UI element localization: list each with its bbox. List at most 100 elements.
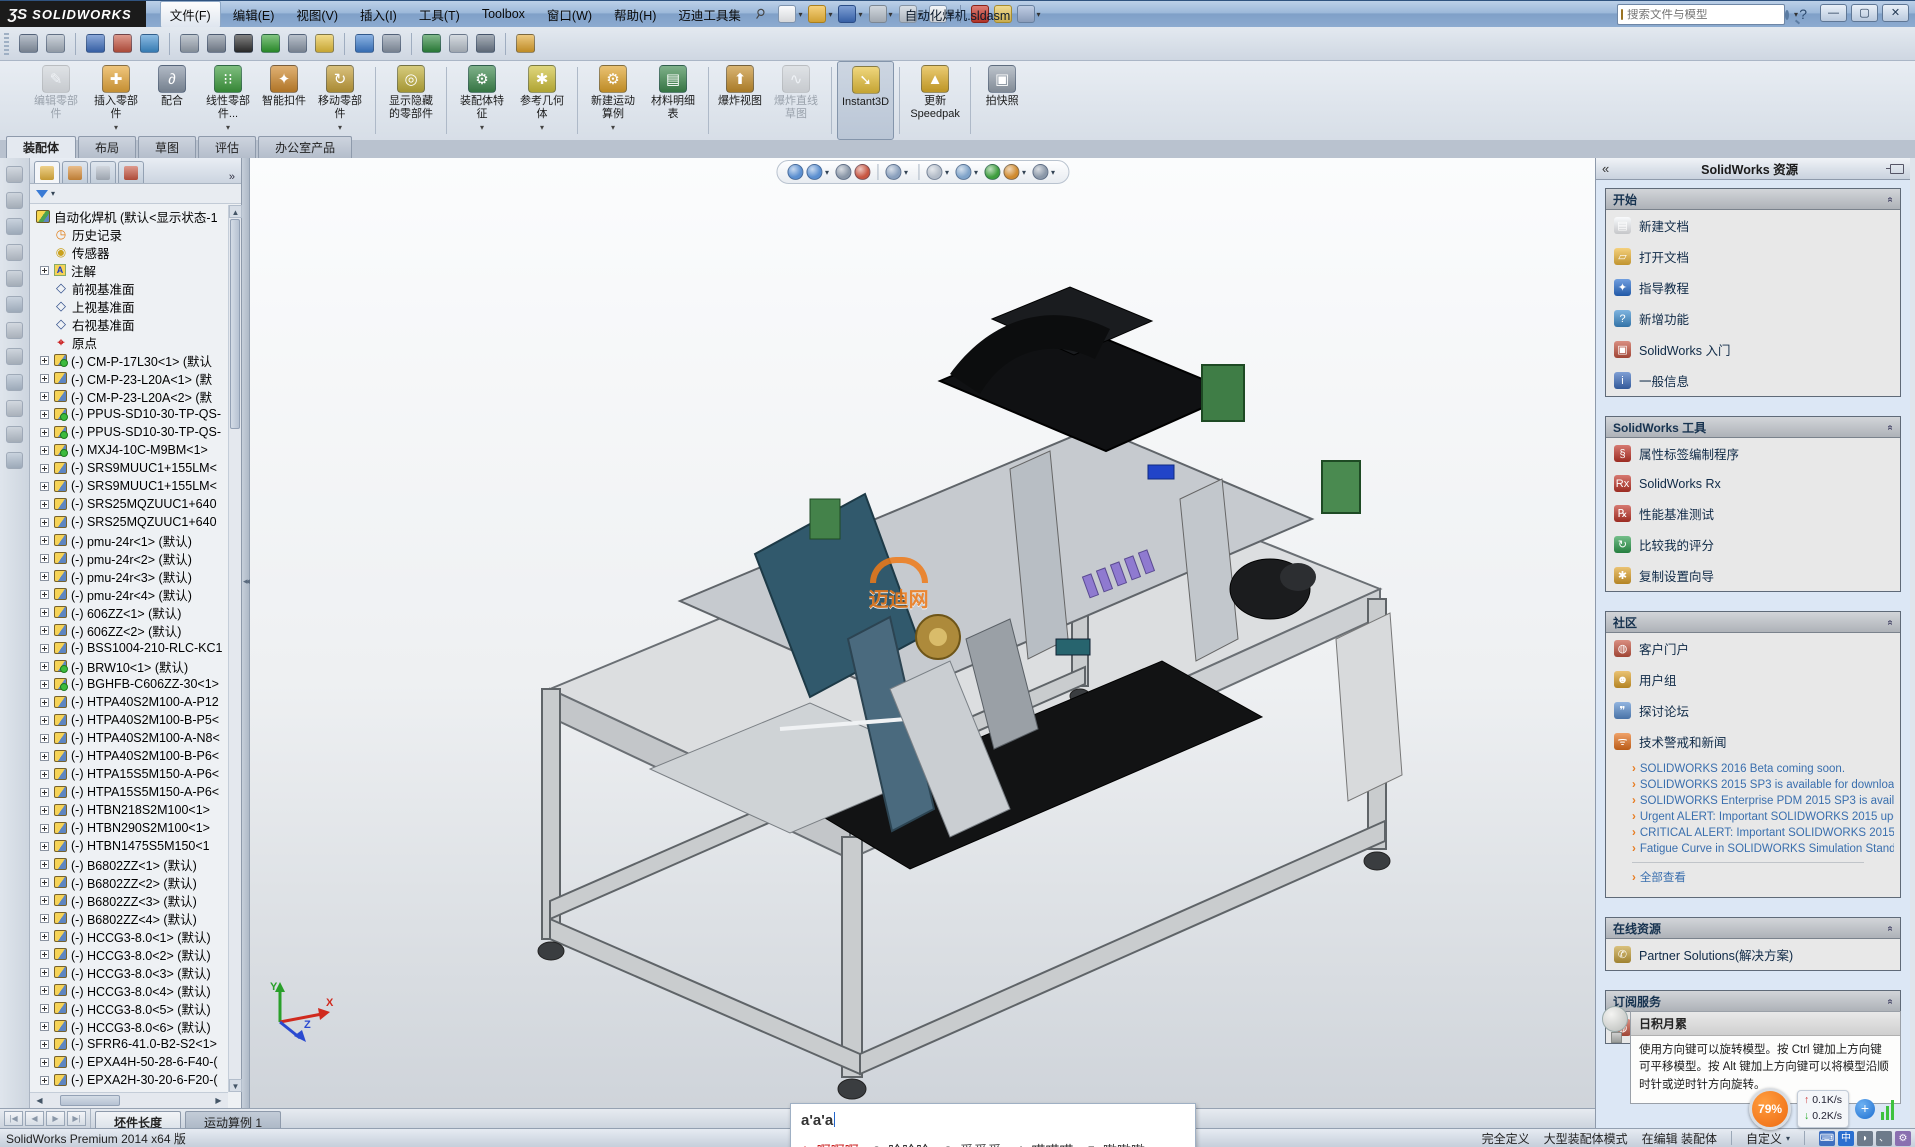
more-tabs-icon[interactable]: » bbox=[225, 171, 239, 183]
tech-alerts-news-link[interactable]: ᯤ技术警戒和新闻 bbox=[1606, 726, 1900, 757]
property-manager-tab[interactable] bbox=[62, 161, 88, 183]
web-globe-icon[interactable] bbox=[140, 34, 159, 53]
scroll-left-icon[interactable]: ◀ bbox=[32, 1093, 47, 1108]
ime-punct-icon[interactable]: 、 bbox=[1876, 1131, 1892, 1146]
ribbon-assembly-features-button[interactable]: ⚙装配体特征▾ bbox=[452, 61, 512, 140]
tree-item[interactable]: (-) B6802ZZ<1> (默认) bbox=[30, 855, 228, 873]
display-manager-tab[interactable] bbox=[118, 161, 144, 183]
collapse-section-icon[interactable]: « bbox=[1885, 925, 1896, 931]
menu-4[interactable]: 插入(I) bbox=[350, 1, 407, 28]
news-link[interactable]: ›CRITICAL ALERT: Important SOLIDWORKS 20… bbox=[1632, 827, 1894, 839]
expand-icon[interactable] bbox=[40, 896, 49, 905]
graphics-viewport[interactable]: ▾▾▾▾▾▾ 迈迪网 Y X Z bbox=[250, 158, 1595, 1108]
search-dropdown-icon[interactable]: ▾ bbox=[1794, 10, 1798, 19]
left-toolbar-icon-3[interactable] bbox=[6, 218, 23, 235]
ime-candidate-2[interactable]: 2. 哈哈哈 bbox=[873, 1141, 931, 1147]
left-toolbar-icon-11[interactable] bbox=[6, 426, 23, 443]
expand-icon[interactable] bbox=[40, 500, 49, 509]
tree-item[interactable]: (-) B6802ZZ<3> (默认) bbox=[30, 891, 228, 909]
ime-chinese-icon[interactable]: 中 bbox=[1838, 1131, 1854, 1146]
ribbon-update-speedpak-button[interactable]: ▲更新 Speedpak bbox=[905, 61, 965, 140]
ribbon-smart-fasteners-button[interactable]: ✦智能扣件 bbox=[258, 61, 310, 140]
print-icon-drop[interactable]: ▾ bbox=[889, 10, 893, 19]
open-document-link[interactable]: ▱打开文档 bbox=[1606, 241, 1900, 272]
tree-item[interactable]: (-) SFRR6-41.0-B2-S2<1> bbox=[30, 1035, 228, 1053]
screen-capture-icon[interactable] bbox=[86, 34, 105, 53]
ribbon-linear-pattern-button[interactable]: ⁝⁝线性零部件...▾ bbox=[198, 61, 258, 140]
open-icon-drop[interactable]: ▾ bbox=[828, 10, 832, 19]
motion-tab-运动算例 1[interactable]: 运动算例 1 bbox=[185, 1111, 281, 1128]
tree-item[interactable]: (-) pmu-24r<3> (默认) bbox=[30, 567, 228, 585]
tree-item[interactable]: ◇前视基准面 bbox=[30, 279, 228, 297]
edit-appearance-icon[interactable] bbox=[984, 164, 1000, 180]
tree-item[interactable]: (-) EPXA4H-50-28-6-F40-( bbox=[30, 1053, 228, 1071]
dropdown-icon[interactable]: ▾ bbox=[114, 123, 118, 132]
options-icon[interactable] bbox=[1017, 5, 1035, 23]
ribbon-show-hidden-button[interactable]: ◎显示隐藏的零部件 bbox=[381, 61, 441, 140]
design-tree-icon[interactable] bbox=[113, 34, 132, 53]
left-toolbar-icon-4[interactable] bbox=[6, 244, 23, 261]
ime-fullwidth-icon[interactable]: ◗ bbox=[1857, 1131, 1873, 1146]
tree-item[interactable]: (-) pmu-24r<4> (默认) bbox=[30, 585, 228, 603]
left-toolbar-icon-8[interactable] bbox=[6, 348, 23, 365]
tree-item[interactable]: (-) HCCG3-8.0<5> (默认) bbox=[30, 999, 228, 1017]
performance-benchmark-link[interactable]: ℞性能基准测试 bbox=[1606, 498, 1900, 529]
expand-icon[interactable] bbox=[40, 536, 49, 545]
undo-icon-drop[interactable]: ▾ bbox=[919, 10, 923, 19]
expand-icon[interactable] bbox=[40, 968, 49, 977]
print-icon[interactable] bbox=[869, 5, 887, 23]
battery-percent-badge[interactable]: 79% bbox=[1749, 1088, 1791, 1130]
expand-icon[interactable] bbox=[40, 986, 49, 995]
ribbon-snapshot-button[interactable]: ▣拍快照 bbox=[976, 61, 1028, 140]
view-settings-icon[interactable] bbox=[1032, 164, 1048, 180]
expand-icon[interactable] bbox=[40, 824, 49, 833]
new-document-link[interactable]: ▤新建文档 bbox=[1606, 210, 1900, 241]
ribbon-insert-component-button[interactable]: ✚插入零部件▾ bbox=[86, 61, 146, 140]
tree-item[interactable]: (-) PPUS-SD10-30-TP-QS- bbox=[30, 423, 228, 441]
news-link[interactable]: ›Fatigue Curve in SOLIDWORKS Simulation … bbox=[1632, 843, 1894, 855]
tree-item[interactable]: ◷历史记录 bbox=[30, 225, 228, 243]
collapse-section-icon[interactable]: « bbox=[1885, 196, 1896, 202]
left-toolbar-icon-12[interactable] bbox=[6, 452, 23, 469]
tree-item[interactable]: ◇上视基准面 bbox=[30, 297, 228, 315]
tree-item[interactable]: (-) SRS9MUUC1+155LM< bbox=[30, 477, 228, 495]
see-all-link[interactable]: ›全部查看 bbox=[1632, 869, 1894, 885]
tree-item[interactable]: (-) HTPA40S2M100-A-N8< bbox=[30, 729, 228, 747]
menu-9[interactable]: 迈迪工具集 bbox=[668, 1, 751, 28]
gear-dark-icon[interactable] bbox=[207, 34, 226, 53]
collapse-panel-icon[interactable]: « bbox=[1602, 161, 1609, 176]
tree-item[interactable]: (-) HTPA40S2M100-A-P12 bbox=[30, 693, 228, 711]
getting-started-link[interactable]: ▣SolidWorks 入门 bbox=[1606, 334, 1900, 365]
zoom-blue-icon[interactable] bbox=[355, 34, 374, 53]
add-overlay-icon[interactable]: + bbox=[1855, 1099, 1875, 1119]
tree-item[interactable]: (-) CM-P-17L30<1> (默认 bbox=[30, 351, 228, 369]
zoom-fit-icon[interactable] bbox=[787, 164, 803, 180]
tree-item[interactable]: (-) HTBN218S2M100<1> bbox=[30, 801, 228, 819]
menu-6[interactable]: Toolbox bbox=[472, 3, 535, 25]
ribbon-mate-paperclip-button[interactable]: ∂配合 bbox=[146, 61, 198, 140]
expand-icon[interactable] bbox=[40, 590, 49, 599]
partner-solutions-link[interactable]: ✆Partner Solutions(解决方案) bbox=[1606, 939, 1900, 970]
ime-candidate-1[interactable]: 1. 啊啊啊 bbox=[801, 1141, 859, 1147]
file-properties-icon[interactable] bbox=[994, 5, 1012, 23]
ime-candidate-5[interactable]: 5. 嗷嗷嗷 bbox=[1087, 1141, 1145, 1147]
hide-show-items-icon[interactable] bbox=[955, 164, 971, 180]
ime-candidate-4[interactable]: 4. 哎哎哎 bbox=[1016, 1141, 1074, 1147]
tree-horizontal-scrollbar[interactable]: ◀ ▶ bbox=[30, 1092, 228, 1108]
expand-icon[interactable] bbox=[40, 374, 49, 383]
tree-item[interactable]: (-) HTPA40S2M100-B-P5< bbox=[30, 711, 228, 729]
section-view-icon[interactable] bbox=[854, 164, 870, 180]
expand-icon[interactable] bbox=[40, 464, 49, 473]
expand-icon[interactable] bbox=[40, 662, 49, 671]
expand-icon[interactable] bbox=[40, 878, 49, 887]
printer2-icon[interactable] bbox=[449, 34, 468, 53]
view-settings-icon-drop[interactable]: ▾ bbox=[1051, 168, 1055, 177]
tree-item[interactable]: (-) BSS1004-210-RLC-KC1 bbox=[30, 639, 228, 657]
apply-scene-icon[interactable] bbox=[1003, 164, 1019, 180]
expand-icon[interactable] bbox=[40, 752, 49, 761]
tree-item[interactable]: (-) HTPA15S5M150-A-P6< bbox=[30, 783, 228, 801]
left-toolbar-icon-2[interactable] bbox=[6, 192, 23, 209]
search-scope-icon[interactable] bbox=[1621, 9, 1623, 20]
expand-icon[interactable] bbox=[40, 1040, 49, 1049]
expand-icon[interactable] bbox=[40, 770, 49, 779]
